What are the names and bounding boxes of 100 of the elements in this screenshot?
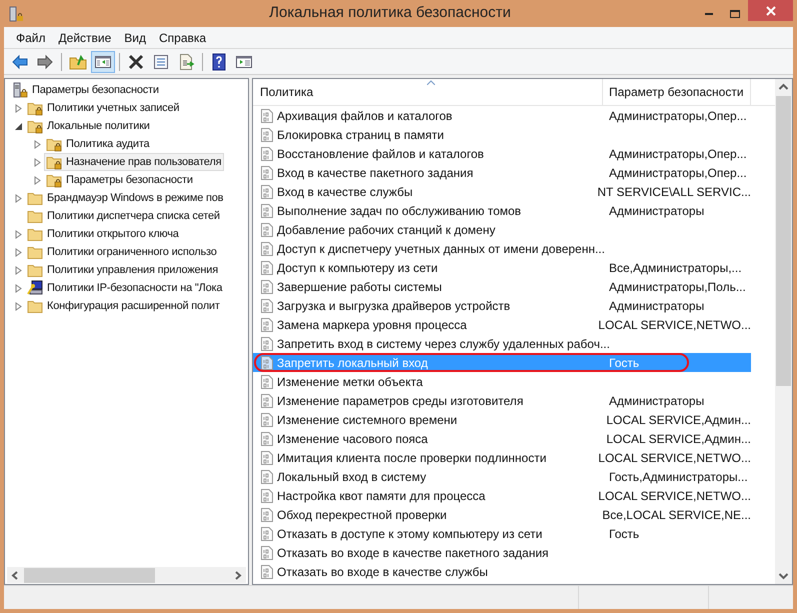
security-setting: Администраторы — [609, 298, 704, 312]
tree-item[interactable]: Локальные политики — [25, 117, 153, 135]
collapsed-arrow-icon[interactable] — [14, 194, 22, 202]
policy-row[interactable]: Вход в качестве службы NT SERVICE\ALL SERVIC... — [253, 182, 751, 201]
policy-name: Имитация клиента после проверки подлинности — [277, 450, 546, 466]
toolbar-button[interactable] — [91, 50, 115, 72]
collapsed-arrow-icon[interactable] — [32, 158, 42, 166]
horizontal-scrollbar[interactable] — [7, 567, 246, 583]
security-setting: LOCAL SERVICE,NETWO... — [598, 318, 751, 332]
locked-folder-icon — [46, 172, 62, 188]
policy-name: Вход в качестве пакетного задания — [277, 164, 474, 182]
menu-item[interactable]: Действие — [52, 28, 118, 46]
collapsed-arrow-icon[interactable] — [32, 176, 42, 184]
policy-row[interactable]: Архивация файлов и каталогов Администраторы,Опер... — [253, 106, 751, 125]
security-setting: Администраторы,Опер... — [609, 166, 747, 180]
menu-item[interactable]: Вид — [118, 28, 152, 46]
collapsed-arrow-icon[interactable] — [14, 230, 22, 238]
vertical-scrollbar[interactable] — [775, 79, 792, 584]
policy-row[interactable]: Доступ к компьютеру из сети Все,Администраторы,... — [253, 258, 751, 277]
collapsed-arrow-icon[interactable] — [14, 104, 22, 112]
tree-item[interactable]: Политики открытого ключа — [25, 225, 182, 243]
policy-icon — [260, 164, 274, 180]
policy-name: Локальный вход в систему — [277, 468, 426, 486]
policy-row[interactable]: Изменение часового пояса LOCAL SERVICE,Админ... — [253, 429, 751, 448]
policy-name: Завершение работы системы — [277, 278, 442, 296]
policy-name: Выполнение задач по обслуживанию томов — [277, 202, 522, 220]
collapsed-arrow-icon[interactable] — [14, 284, 22, 292]
policy-icon — [260, 202, 274, 218]
column-header[interactable]: Политика — [253, 79, 603, 105]
policy-icon — [260, 126, 274, 142]
scroll-thumb[interactable] — [24, 568, 155, 582]
close-button[interactable] — [748, 0, 793, 21]
policy-row[interactable]: Вход в качестве пакетного задания Администраторы,Опер... — [253, 163, 751, 182]
collapsed-arrow-icon[interactable] — [14, 248, 22, 256]
policy-icon — [260, 240, 274, 256]
policy-row[interactable]: Запретить вход в систему через службу удаленных рабоч... — [253, 334, 751, 353]
policy-name: Отказать в доступе к этому компьютеру из сети — [277, 526, 542, 542]
column-header[interactable]: Параметр безопасности — [603, 79, 751, 105]
policy-row[interactable]: Изменение системного времени LOCAL SERVICE,Админ... — [253, 410, 751, 429]
policy-name: Доступ к диспетчеру учетных данных от имени доверенн... — [277, 240, 605, 258]
help-icon — [210, 52, 228, 70]
policy-name: Изменение системного времени — [277, 412, 458, 428]
policy-icon — [260, 506, 274, 522]
collapsed-arrow-icon[interactable] — [14, 266, 22, 274]
policy-icon — [260, 260, 274, 276]
policy-name: Замена маркера уровня процесса — [277, 316, 467, 334]
locked-folder-icon — [46, 154, 62, 170]
collapsed-arrow-icon[interactable] — [32, 140, 42, 148]
tree-item[interactable]: Политики диспетчера списка сетей — [25, 207, 223, 225]
policy-name: Изменение параметров среды изготовителя — [277, 392, 524, 410]
policy-row[interactable]: Загрузка и выгрузка драйверов устройств Администраторы — [253, 296, 751, 315]
policy-icon — [260, 298, 274, 314]
policy-row[interactable]: Отказать в доступе к этому компьютеру из сети Гость — [253, 524, 751, 543]
policy-icon — [260, 430, 274, 446]
security-setting: LOCAL SERVICE,Админ... — [606, 432, 751, 446]
security-setting: Все,LOCAL SERVICE,NE... — [602, 508, 751, 522]
forward-arrow-icon — [36, 52, 54, 70]
tree-item[interactable]: Назначение прав пользователя — [44, 153, 224, 171]
policy-icon — [260, 412, 274, 428]
policy-icon — [260, 564, 274, 580]
policy-row[interactable]: Локальный вход в систему Гость,Администраторы... — [253, 467, 751, 486]
policy-name: Архивация файлов и каталогов — [277, 108, 452, 124]
policy-row[interactable]: Выполнение задач по обслуживанию томов Администраторы — [253, 201, 751, 220]
window-title: Локальная политика безопасности — [269, 3, 511, 24]
policy-row[interactable]: Настройка квот памяти для процесса LOCAL SERVICE,NETWO... — [253, 486, 751, 505]
policy-row[interactable]: Доступ к диспетчеру учетных данных от имени доверенн... — [253, 239, 751, 258]
policy-row[interactable]: Изменение метки объекта — [253, 372, 751, 391]
tree-item[interactable]: Параметры безопасности — [10, 81, 162, 99]
locked-folder-icon — [46, 136, 62, 152]
security-setting: Гость,Администраторы... — [609, 470, 748, 484]
tree-item[interactable]: Политики IP-безопасности на "Лока — [25, 279, 226, 297]
expanded-arrow-icon[interactable] — [14, 122, 22, 130]
tree-item[interactable]: Политики ограниченного использо — [25, 243, 220, 261]
policy-name: Изменение часового пояса — [277, 430, 428, 448]
folder-icon — [27, 244, 43, 260]
tree-item[interactable]: Политика аудита — [44, 135, 152, 153]
collapsed-arrow-icon[interactable] — [14, 302, 22, 310]
menu-item[interactable]: Файл — [10, 28, 52, 46]
tree-item[interactable]: Параметры безопасности — [44, 171, 196, 189]
policy-icon — [260, 146, 274, 162]
policy-row[interactable]: Замена маркера уровня процесса LOCAL SERVICE,NETWO... — [253, 315, 751, 334]
policy-row[interactable]: Изменение параметров среды изготовителя Администраторы — [253, 391, 751, 410]
policy-row[interactable]: Завершение работы системы Администраторы,Поль... — [253, 277, 751, 296]
policy-row[interactable]: Блокировка страниц в памяти — [253, 125, 751, 144]
policy-row[interactable]: Обход перекрестной проверки Все,LOCAL SERVICE,NE... — [253, 505, 751, 524]
security-setting: Гость — [609, 526, 640, 540]
security-setting: Все,Администраторы,... — [609, 260, 742, 274]
tree-item[interactable]: Политики учетных записей — [25, 99, 182, 117]
locked-folder-icon — [27, 100, 43, 116]
policy-name: Отказать во входе в качестве службы — [277, 564, 488, 580]
policy-row[interactable]: Отказать во входе в качестве службы — [253, 562, 751, 581]
policy-row[interactable]: Отказать во входе в качестве пакетного задания — [253, 543, 751, 562]
policy-row[interactable]: Добавление рабочих станций к домену — [253, 220, 751, 239]
tree-item[interactable]: Конфигурация расширенной полит — [25, 297, 223, 315]
tree-item[interactable]: Брандмауэр Windows в режиме пов — [25, 189, 226, 207]
scroll-thumb[interactable] — [776, 96, 791, 386]
policy-row[interactable]: Имитация клиента после проверки подлинности LOCAL SERVICE,NETWO... — [253, 448, 751, 467]
policy-row[interactable]: Восстановление файлов и каталогов Администраторы,Опер... — [253, 144, 751, 163]
menu-item[interactable]: Справка — [153, 28, 212, 46]
tree-item[interactable]: Политики управления приложения — [25, 261, 221, 279]
